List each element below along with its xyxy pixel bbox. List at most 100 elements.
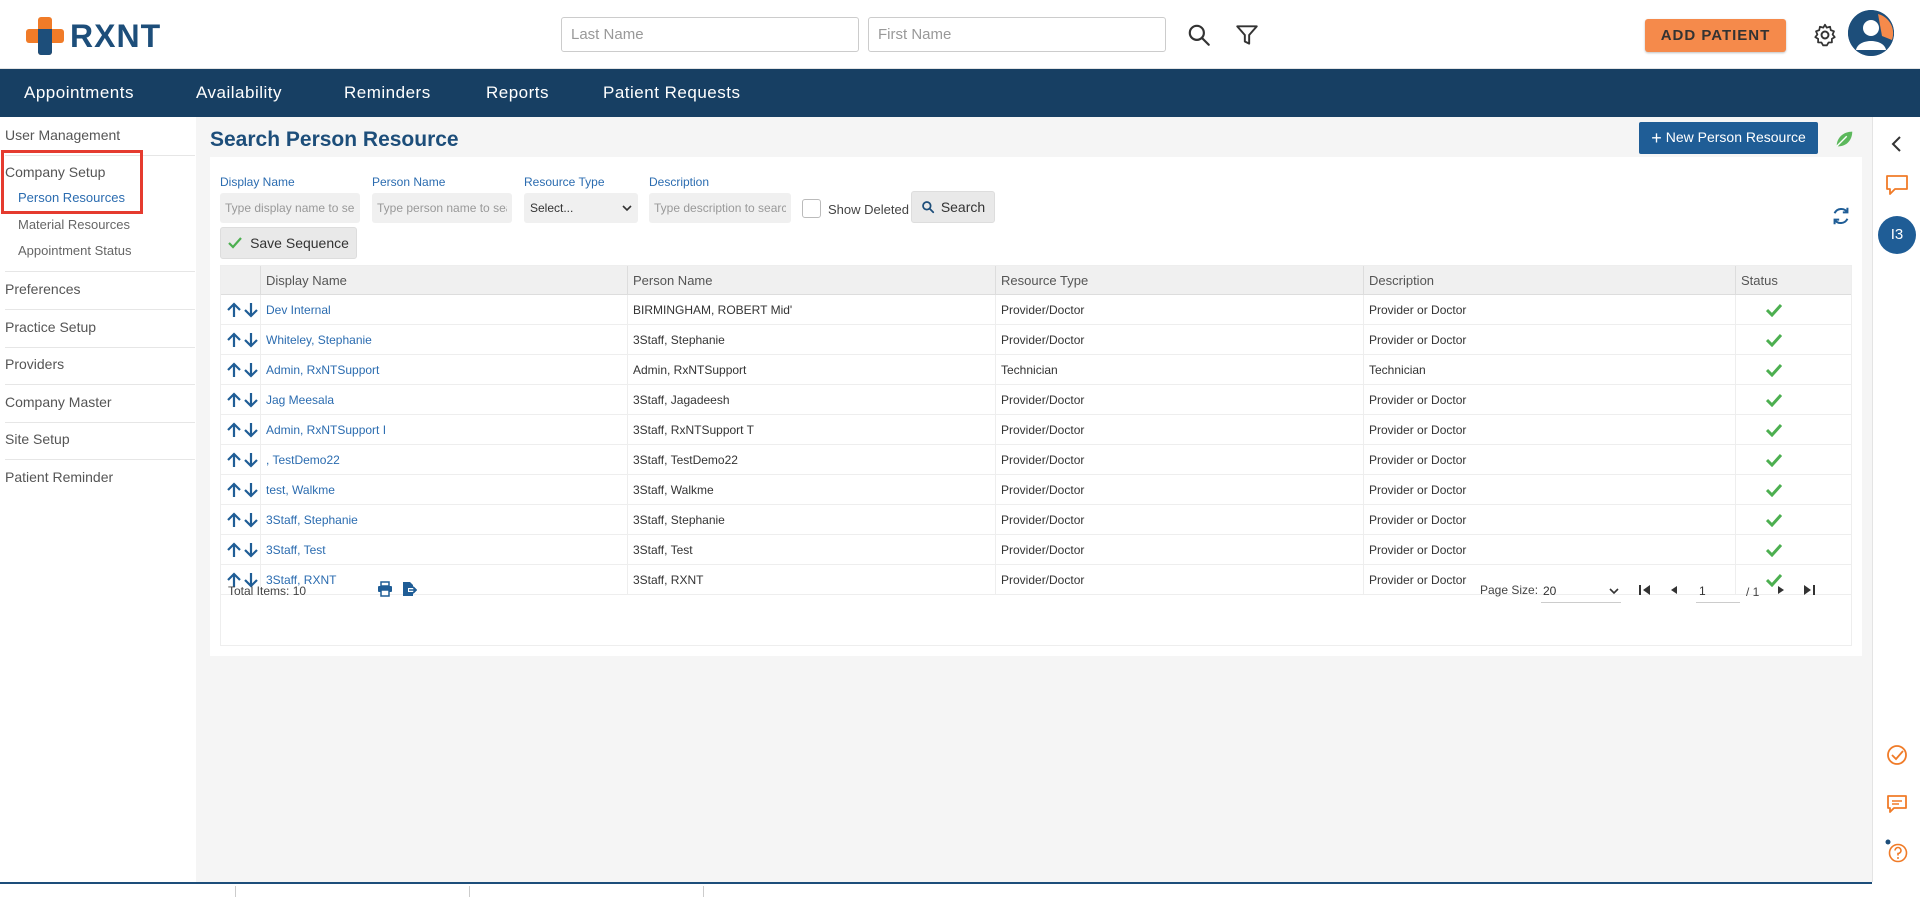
new-person-resource-button[interactable]: + New Person Resource	[1639, 122, 1818, 154]
task-check-icon[interactable]	[1885, 743, 1909, 767]
sequence-arrows	[227, 392, 258, 413]
last-page-icon[interactable]	[1799, 579, 1819, 601]
sidebar-item-practice-setup[interactable]: Practice Setup	[5, 319, 96, 335]
move-up-icon[interactable]	[227, 332, 241, 353]
table-row[interactable]: Admin, RxNTSupport I 3Staff, RxNTSupport …	[221, 415, 1851, 445]
show-deleted-checkbox[interactable]	[802, 199, 821, 218]
cell-display-name[interactable]: Whiteley, Stephanie	[260, 325, 627, 355]
cell-display-name[interactable]: test, Walkme	[260, 475, 627, 505]
chevron-left-icon[interactable]	[1885, 132, 1909, 156]
last-name-input[interactable]	[561, 17, 859, 52]
resource-type-select[interactable]: Select...	[524, 193, 638, 223]
table-row[interactable]: test, Walkme 3Staff, Walkme Provider/Docto…	[221, 475, 1851, 505]
nav-availability[interactable]: Availability	[196, 69, 282, 117]
cell-display-name[interactable]: Admin, RxNTSupport	[260, 355, 627, 385]
cell-display-name[interactable]: Jag Meesala	[260, 385, 627, 415]
sidebar-item-preferences[interactable]: Preferences	[5, 281, 80, 297]
search-icon[interactable]	[1186, 22, 1212, 48]
move-down-icon[interactable]	[244, 332, 258, 353]
user-initials-badge[interactable]: I3	[1878, 216, 1916, 254]
sidebar-item-material-resources[interactable]: Material Resources	[18, 217, 130, 232]
rxnt-logo[interactable]: RXNT	[26, 16, 161, 56]
sidebar-item-providers[interactable]: Providers	[5, 356, 64, 372]
table-row[interactable]: Admin, RxNTSupport Admin, RxNTSupport Tech…	[221, 355, 1851, 385]
help-icon[interactable]	[1885, 839, 1909, 863]
move-up-icon[interactable]	[227, 362, 241, 383]
table-row[interactable]: 3Staff, Test 3Staff, Test Provider/Doctor P…	[221, 535, 1851, 565]
filter-icon[interactable]	[1234, 22, 1260, 48]
move-down-icon[interactable]	[244, 362, 258, 383]
move-down-icon[interactable]	[244, 422, 258, 443]
column-description[interactable]: Description	[1363, 266, 1735, 295]
move-down-icon[interactable]	[244, 482, 258, 503]
table-row[interactable]: Whiteley, Stephanie 3Staff, Stephanie Prov…	[221, 325, 1851, 355]
save-sequence-button[interactable]: Save Sequence	[220, 227, 357, 259]
message-icon[interactable]	[1885, 792, 1909, 816]
export-icon[interactable]	[401, 581, 417, 597]
sidebar-item-appointment-status[interactable]: Appointment Status	[18, 243, 131, 258]
move-down-icon[interactable]	[244, 542, 258, 563]
cell-resource-type: Provider/Doctor	[995, 505, 1363, 535]
nav-reports[interactable]: Reports	[486, 69, 549, 117]
print-icon[interactable]	[377, 581, 393, 597]
person-name-input[interactable]	[372, 193, 512, 223]
sidebar-item-patient-reminder[interactable]: Patient Reminder	[5, 469, 113, 485]
prev-page-icon[interactable]	[1664, 579, 1684, 601]
leaf-icon[interactable]	[1833, 128, 1855, 150]
cell-person-name: 3Staff, Walkme	[627, 475, 995, 505]
divider	[5, 347, 195, 348]
current-page-input[interactable]: 1	[1696, 579, 1740, 603]
nav-appointments[interactable]: Appointments	[24, 69, 134, 117]
move-down-icon[interactable]	[244, 512, 258, 533]
move-down-icon[interactable]	[244, 302, 258, 323]
page-size-select[interactable]: 20	[1541, 579, 1621, 603]
move-up-icon[interactable]	[227, 392, 241, 413]
logo-text: RXNT	[70, 17, 162, 54]
next-page-icon[interactable]	[1771, 579, 1791, 601]
table-row[interactable]: Dev Internal BIRMINGHAM, ROBERT Mid' Provi…	[221, 295, 1851, 325]
column-status[interactable]: Status	[1735, 266, 1835, 295]
chat-icon[interactable]	[1885, 173, 1909, 197]
gear-icon[interactable]	[1812, 22, 1838, 48]
nav-reminders[interactable]: Reminders	[344, 69, 431, 117]
move-up-icon[interactable]	[227, 302, 241, 323]
move-up-icon[interactable]	[227, 482, 241, 503]
cell-display-name[interactable]: Admin, RxNTSupport I	[260, 415, 627, 445]
cell-display-name[interactable]: Dev Internal	[260, 295, 627, 325]
move-up-icon[interactable]	[227, 512, 241, 533]
avatar[interactable]	[1848, 10, 1894, 56]
move-up-icon[interactable]	[227, 452, 241, 473]
nav-patient-requests[interactable]: Patient Requests	[603, 69, 740, 117]
cell-person-name: BIRMINGHAM, ROBERT Mid'	[627, 295, 995, 325]
cell-display-name[interactable]: 3Staff, Test	[260, 535, 627, 565]
table-row[interactable]: 3Staff, Stephanie 3Staff, Stephanie Provid…	[221, 505, 1851, 535]
first-name-input[interactable]	[868, 17, 1166, 52]
table-row[interactable]: Jag Meesala 3Staff, Jagadeesh Provider/Doc…	[221, 385, 1851, 415]
description-input[interactable]	[649, 193, 791, 223]
display-name-input[interactable]	[220, 193, 360, 223]
cell-display-name[interactable]: 3Staff, Stephanie	[260, 505, 627, 535]
first-page-icon[interactable]	[1635, 579, 1655, 601]
add-patient-button[interactable]: ADD PATIENT	[1645, 19, 1786, 52]
move-up-icon[interactable]	[227, 422, 241, 443]
cell-display-name[interactable]: , TestDemo22	[260, 445, 627, 475]
status-check-icon	[1766, 453, 1782, 467]
column-person-name[interactable]: Person Name	[627, 266, 995, 295]
move-down-icon[interactable]	[244, 452, 258, 473]
sidebar-item-user-management[interactable]: User Management	[5, 127, 120, 143]
cell-description: Provider or Doctor	[1363, 295, 1735, 325]
page-size-label: Page Size:	[1480, 583, 1539, 597]
table-row[interactable]: , TestDemo22 3Staff, TestDemo22 Provider/D…	[221, 445, 1851, 475]
person-resource-grid: Display Name Person Name Resource Type D…	[220, 265, 1852, 646]
move-down-icon[interactable]	[244, 392, 258, 413]
cell-resource-type: Provider/Doctor	[995, 415, 1363, 445]
search-button-label: Search	[940, 199, 986, 215]
refresh-icon[interactable]	[1830, 205, 1852, 227]
move-up-icon[interactable]	[227, 542, 241, 563]
sidebar-item-company-master[interactable]: Company Master	[5, 394, 112, 410]
plus-icon: +	[1651, 127, 1662, 148]
search-button[interactable]: Search	[911, 191, 995, 223]
column-resource-type[interactable]: Resource Type	[995, 266, 1363, 295]
sidebar-item-site-setup[interactable]: Site Setup	[5, 431, 70, 447]
column-display-name[interactable]: Display Name	[260, 266, 627, 295]
